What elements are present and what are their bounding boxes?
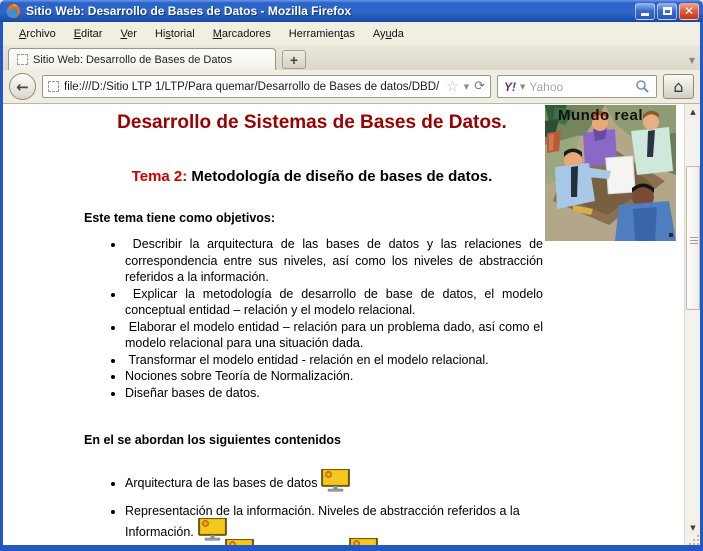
page-favicon-placeholder-icon xyxy=(48,81,59,92)
content-item: Arquitectura de las bases de datos xyxy=(125,469,543,493)
menu-herramientas[interactable]: Herramientas xyxy=(281,25,363,43)
contents-list: Arquitectura de las bases de datos Repre… xyxy=(81,469,543,545)
search-engine-dropdown-icon[interactable]: ▼ xyxy=(520,83,525,91)
home-icon: ⌂ xyxy=(673,77,683,96)
objectives-list: Describir la arquitectura de las bases d… xyxy=(81,236,543,401)
scroll-up-button[interactable]: ▲ xyxy=(685,104,700,119)
reload-icon[interactable]: ⟳ xyxy=(474,80,485,93)
image-caption: Mundo real xyxy=(558,107,643,124)
url-dropdown-icon[interactable]: ▼ xyxy=(464,83,469,91)
mundo-real-image: Mundo real xyxy=(545,105,676,241)
back-button[interactable]: ← xyxy=(9,73,36,100)
tab-label: Sitio Web: Desarrollo de Bases de Datos xyxy=(33,54,232,66)
text-column: Desarrollo de Sistemas de Bases de Datos… xyxy=(81,108,543,545)
monitor-icon[interactable] xyxy=(321,469,351,493)
url-text[interactable]: file:///D:/Sitio LTP 1/LTP/Para quemar/D… xyxy=(64,81,441,93)
back-arrow-icon: ← xyxy=(16,78,29,96)
tab-active[interactable]: Sitio Web: Desarrollo de Bases de Datos xyxy=(8,48,276,70)
objective-item: Elaborar el modelo entidad – relación pa… xyxy=(125,319,543,352)
search-placeholder[interactable]: Yahoo xyxy=(529,80,631,94)
objective-item: Transformar el modelo entidad - relación… xyxy=(125,352,543,369)
close-icon: ✕ xyxy=(684,5,694,17)
yahoo-logo-icon[interactable]: Y! xyxy=(504,80,516,94)
objective-item: Diseñar bases de datos. xyxy=(125,385,543,402)
menu-editar[interactable]: Editar xyxy=(66,25,111,43)
firefox-window: Sitio Web: Desarrollo de Bases de Datos … xyxy=(0,0,703,551)
scrollbar-thumb[interactable] xyxy=(686,166,700,310)
title-bar[interactable]: Sitio Web: Desarrollo de Bases de Datos … xyxy=(0,0,703,22)
tab-favicon-placeholder-icon xyxy=(17,54,28,65)
scroll-down-icon: ▼ xyxy=(690,524,695,532)
maximize-icon xyxy=(663,7,672,15)
menu-historial[interactable]: Historial xyxy=(147,25,203,43)
close-button[interactable]: ✕ xyxy=(679,3,699,20)
monitor-icon-partial xyxy=(345,538,379,545)
objective-item: Describir la arquitectura de las bases d… xyxy=(125,236,543,286)
objective-item: Nociones sobre Teoría de Normalización. xyxy=(125,368,543,385)
window-title: Sitio Web: Desarrollo de Bases de Datos … xyxy=(26,4,635,18)
url-bar[interactable]: file:///D:/Sitio LTP 1/LTP/Para quemar/D… xyxy=(42,75,491,98)
navigation-toolbar: ← file:///D:/Sitio LTP 1/LTP/Para quemar… xyxy=(3,70,700,104)
bookmark-star-icon[interactable]: ☆ xyxy=(446,80,459,94)
tema-text: Metodología de diseño de bases de datos. xyxy=(187,168,492,185)
content-item: Modelo de datos. xyxy=(125,539,543,545)
scrollbar-grip-icon xyxy=(690,237,698,246)
tab-bar: Sitio Web: Desarrollo de Bases de Datos … xyxy=(3,45,700,70)
home-button[interactable]: ⌂ xyxy=(663,74,694,99)
menu-marcadores[interactable]: Marcadores xyxy=(205,25,279,43)
minimize-icon xyxy=(641,13,649,16)
page-content: Desarrollo de Sistemas de Bases de Datos… xyxy=(3,104,700,545)
contents-intro: En el se abordan los siguientes contenid… xyxy=(81,433,543,447)
menu-archivo[interactable]: Archivo xyxy=(11,25,64,43)
maximize-button[interactable] xyxy=(657,3,677,20)
list-all-tabs-icon[interactable]: ▼ xyxy=(689,56,695,65)
tema-label: Tema 2: xyxy=(132,168,188,185)
minimize-button[interactable] xyxy=(635,3,655,20)
meeting-clipart xyxy=(545,105,676,241)
vertical-scrollbar[interactable]: ▲ ▼ xyxy=(684,104,700,545)
tema-heading: Tema 2: Metodología de diseño de bases d… xyxy=(81,168,543,185)
plus-icon: + xyxy=(290,52,298,68)
monitor-icon[interactable] xyxy=(225,539,255,545)
scroll-up-icon: ▲ xyxy=(690,108,695,116)
menu-ayuda[interactable]: Ayuda xyxy=(365,25,412,43)
menu-ver[interactable]: Ver xyxy=(112,25,145,43)
objectives-intro: Este tema tiene como objetivos: xyxy=(81,211,543,225)
firefox-icon xyxy=(5,3,21,19)
search-bar[interactable]: Y! ▼ Yahoo xyxy=(497,75,657,98)
objective-item: Explicar la metodología de desarrollo de… xyxy=(125,286,543,319)
resize-grip-icon[interactable] xyxy=(686,533,699,545)
content-item: Representación de la información. Nivele… xyxy=(125,504,543,528)
search-magnifier-icon[interactable] xyxy=(635,79,650,94)
new-tab-button[interactable]: + xyxy=(282,50,306,69)
page-title: Desarrollo de Sistemas de Bases de Datos… xyxy=(81,112,543,134)
window-body: ArchivoEditarVerHistorialMarcadoresHerra… xyxy=(0,22,703,551)
menu-bar: ArchivoEditarVerHistorialMarcadoresHerra… xyxy=(3,22,700,45)
